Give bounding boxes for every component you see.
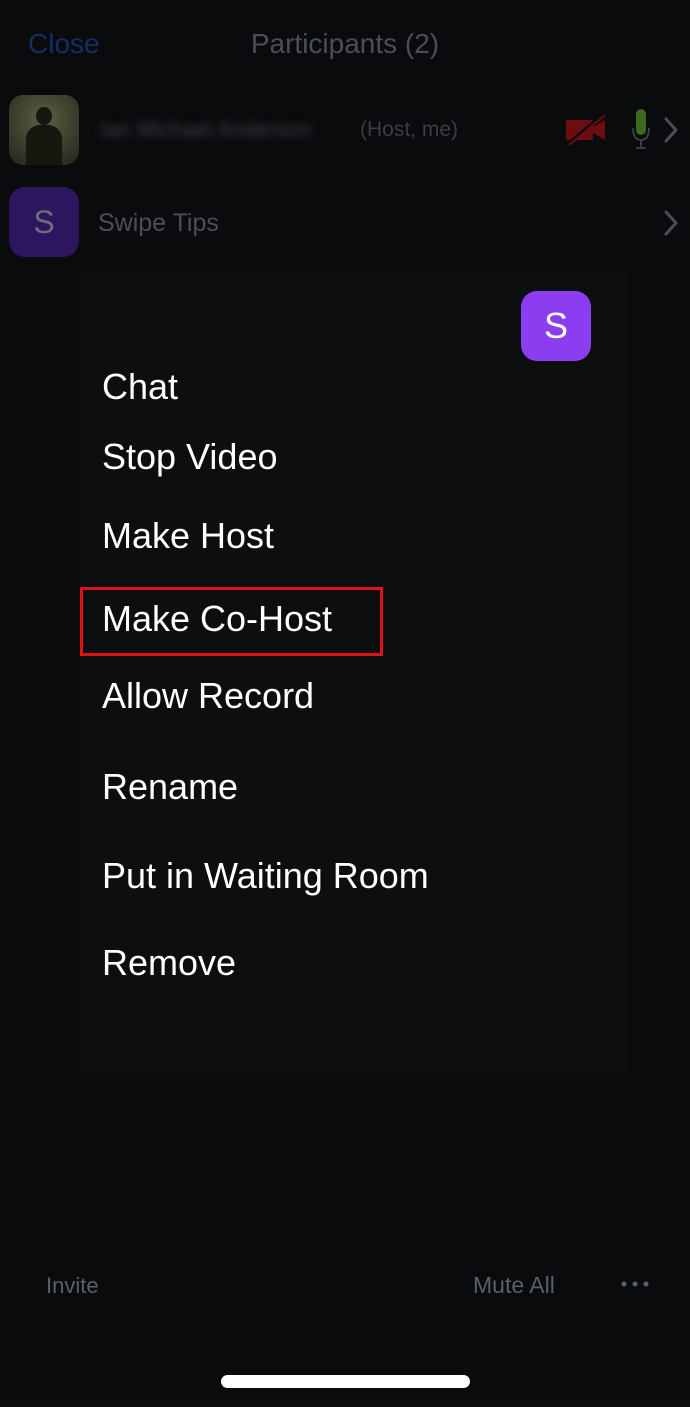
home-indicator[interactable] (221, 1375, 470, 1388)
mic-active-icon (632, 109, 650, 149)
participant-name: Swipe Tips (98, 209, 219, 237)
page-title: Participants (2) (250, 28, 440, 59)
avatar (9, 95, 79, 165)
highlight-box (80, 587, 383, 656)
participant-row-host[interactable]: Ian Michael Anderson (Host, me) (0, 88, 690, 172)
menu-item-remove[interactable]: Remove (102, 941, 236, 985)
mute-all-button[interactable]: Mute All (473, 1271, 555, 1299)
avatar: S (9, 187, 79, 257)
chevron-right-icon (664, 117, 678, 143)
menu-item-put-in-waiting-room[interactable]: Put in Waiting Room (102, 854, 429, 898)
invite-button[interactable]: Invite (46, 1272, 99, 1300)
menu-item-chat[interactable]: Chat (102, 365, 178, 409)
participant-name: Ian Michael Anderson (100, 117, 312, 142)
host-tag: (Host, me) (360, 118, 459, 141)
chevron-right-icon (664, 210, 678, 236)
video-off-icon (565, 114, 606, 146)
menu-item-make-host[interactable]: Make Host (102, 514, 274, 558)
participant-row-swipe-tips[interactable]: S Swipe Tips (0, 181, 690, 265)
avatar: S (521, 291, 591, 361)
menu-item-allow-record[interactable]: Allow Record (102, 674, 314, 718)
menu-item-stop-video[interactable]: Stop Video (102, 435, 277, 479)
menu-item-rename[interactable]: Rename (102, 765, 238, 809)
more-horizontal-icon[interactable] (620, 1276, 650, 1292)
